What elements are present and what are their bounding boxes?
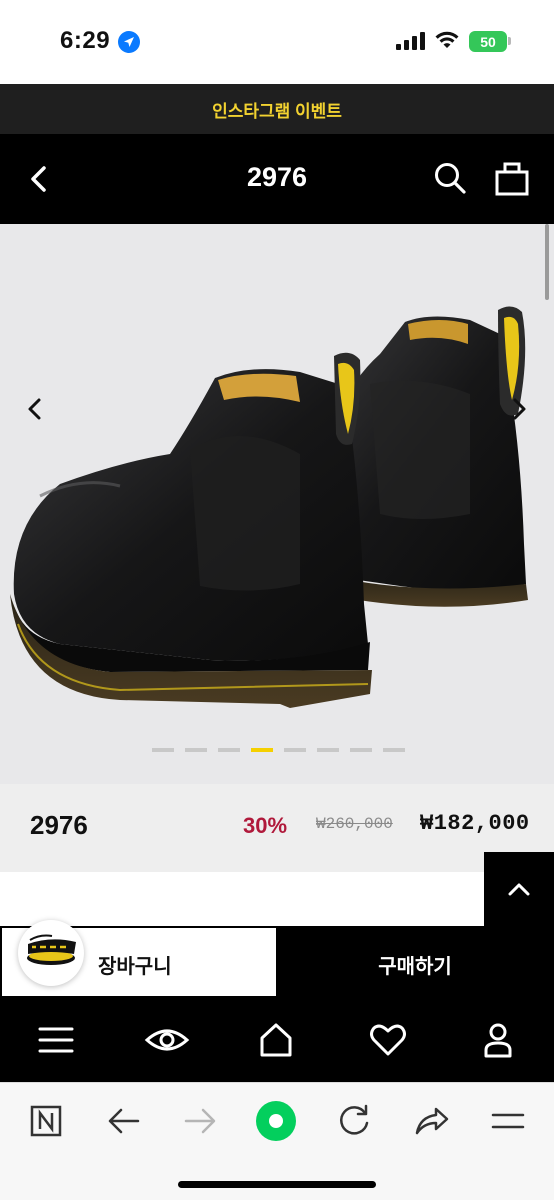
carousel-next-icon[interactable] [506, 396, 532, 422]
carousel-pager [152, 748, 405, 752]
status-time: 6:29 [60, 27, 111, 54]
browser-toolbar [0, 1082, 554, 1200]
green-dot-icon[interactable] [256, 1101, 296, 1141]
location-arrow-icon [118, 31, 140, 53]
scroll-top-button[interactable] [484, 852, 554, 926]
carousel-prev-icon[interactable] [22, 396, 48, 422]
status-bar: 6:29 50 [0, 0, 554, 84]
bottom-nav [0, 998, 554, 1082]
purchase-action-bar: 장바구니 구매하기 [0, 920, 554, 998]
heart-icon[interactable] [368, 1020, 408, 1060]
discount-rate: 30% [243, 813, 288, 838]
battery-icon: 50 [469, 31, 507, 52]
shopping-bag-icon[interactable] [492, 158, 532, 198]
browser-menu-icon[interactable] [488, 1101, 528, 1141]
pager-dot[interactable] [185, 748, 207, 752]
original-price: ₩260,000 [316, 815, 393, 833]
pager-dot[interactable] [218, 748, 240, 752]
buy-now-button[interactable]: 구매하기 [276, 950, 554, 979]
pager-dot[interactable] [317, 748, 339, 752]
pager-dot[interactable] [284, 748, 306, 752]
pager-dot[interactable] [350, 748, 372, 752]
content-spacer [0, 872, 554, 926]
cart-button-label: 장바구니 [98, 956, 172, 978]
sale-price: ₩182,000 [420, 811, 530, 836]
scroll-indicator [545, 224, 549, 300]
pager-dot[interactable] [152, 748, 174, 752]
pager-dot-active[interactable] [251, 748, 273, 752]
menu-icon[interactable] [36, 1020, 76, 1060]
event-banner[interactable]: 인스타그램 이벤트 [0, 84, 554, 134]
signal-bars-icon [396, 32, 425, 50]
battery-level: 50 [480, 33, 496, 50]
dr-martens-logo-icon [27, 934, 76, 965]
home-icon[interactable] [256, 1020, 296, 1060]
product-info: 2976 30% ₩260,000 ₩182,000 [0, 784, 554, 872]
page-title: 2976 [246, 162, 308, 192]
wifi-icon [435, 31, 459, 48]
user-icon[interactable] [478, 1020, 518, 1060]
forward-arrow-icon[interactable] [180, 1101, 220, 1141]
product-image-carousel[interactable] [0, 224, 554, 784]
pager-dot[interactable] [383, 748, 405, 752]
event-banner-text: 인스타그램 이벤트 [212, 101, 342, 121]
brand-logo[interactable] [18, 920, 84, 986]
naver-n-icon[interactable] [26, 1101, 66, 1141]
product-name: 2976 [30, 810, 88, 840]
back-arrow-icon[interactable] [104, 1101, 144, 1141]
battery-cap [508, 37, 511, 45]
product-image [10, 306, 528, 708]
chevron-up-icon [508, 883, 530, 896]
search-icon[interactable] [432, 160, 468, 196]
home-indicator [178, 1181, 376, 1188]
eye-icon[interactable] [144, 1020, 190, 1060]
refresh-icon[interactable] [334, 1101, 374, 1141]
share-icon[interactable] [412, 1101, 452, 1141]
app-header: 2976 [0, 134, 554, 224]
